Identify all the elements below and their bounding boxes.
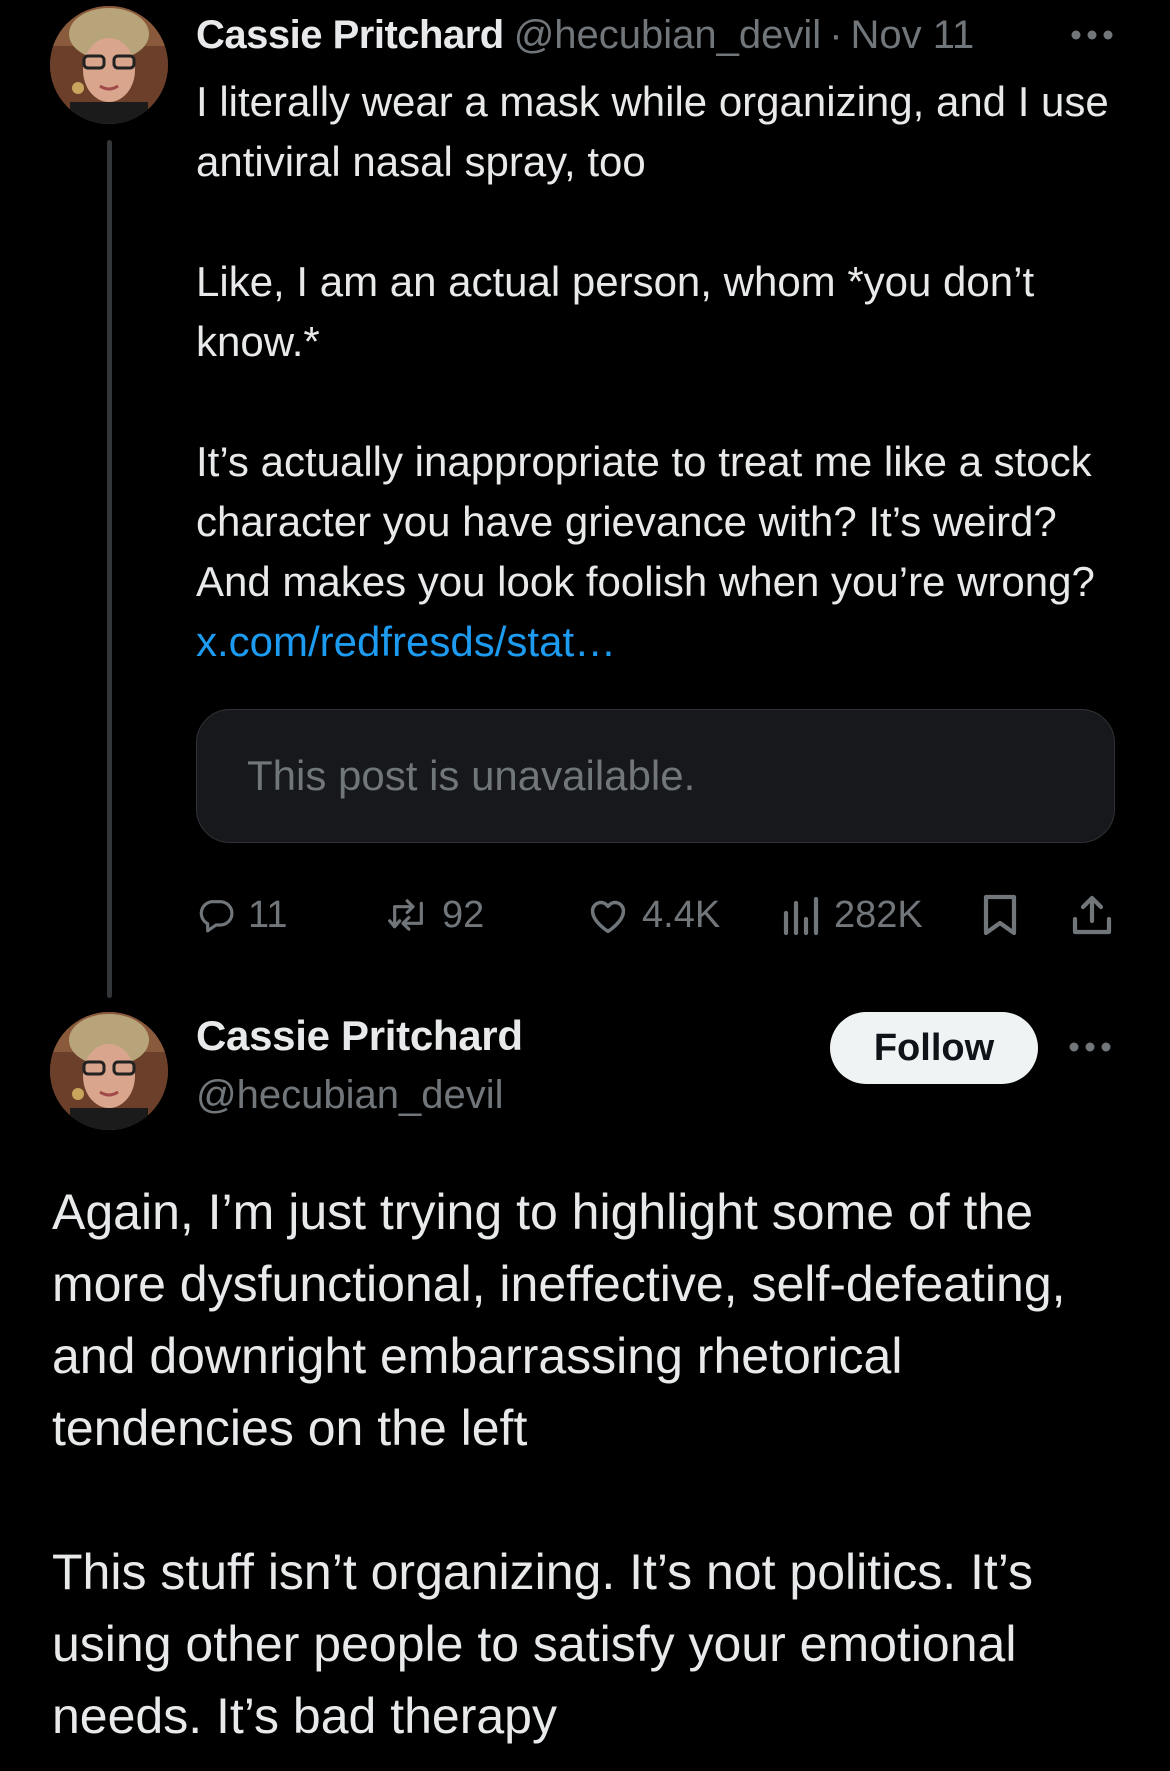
- reply-count: 11: [248, 893, 288, 936]
- reply-button[interactable]: 11: [196, 885, 287, 945]
- post-header: Cassie Pritchard @hecubian_devil · Nov 1…: [196, 10, 1116, 60]
- like-button[interactable]: 4.4K: [586, 885, 720, 945]
- unavailable-text: This post is unavailable.: [247, 752, 696, 799]
- more-icon[interactable]: [1068, 18, 1116, 52]
- thread-line: [107, 140, 112, 998]
- post-paragraph: This stuff isn’t organizing. It’s not po…: [52, 1544, 1034, 1744]
- post-paragraph: Again, I’m just trying to highlight some…: [52, 1184, 1066, 1456]
- avatar[interactable]: [50, 1012, 168, 1130]
- post-paragraph: I literally wear a mask while organizing…: [196, 78, 1109, 185]
- quoted-post-unavailable: This post is unavailable.: [196, 709, 1115, 843]
- bookmark-button[interactable]: [980, 885, 1020, 945]
- repost-count: 92: [442, 893, 485, 936]
- view-count: 282K: [834, 893, 923, 936]
- repost-icon: [386, 895, 430, 935]
- like-icon: [586, 895, 630, 935]
- share-icon: [1070, 893, 1114, 937]
- repost-button[interactable]: 92: [386, 885, 484, 945]
- post-date[interactable]: Nov 11: [851, 13, 975, 58]
- separator: ·: [829, 12, 843, 57]
- post-paragraph: Like, I am an actual person, whom *you d…: [196, 258, 1035, 365]
- author-name[interactable]: Cassie Pritchard: [196, 13, 504, 58]
- follow-button[interactable]: Follow: [830, 1012, 1038, 1084]
- reply-icon: [196, 895, 236, 935]
- author-name[interactable]: Cassie Pritchard: [196, 1012, 523, 1060]
- post-link[interactable]: x.com/redfresds/stat…: [196, 618, 616, 665]
- more-icon[interactable]: [1066, 1030, 1114, 1064]
- post-text: Again, I’m just trying to highlight some…: [52, 1176, 1142, 1752]
- post-paragraph-text: It’s actually inappropriate to treat me …: [196, 438, 1095, 605]
- post-paragraph: It’s actually inappropriate to treat me …: [196, 432, 1126, 672]
- bookmark-icon: [980, 893, 1020, 937]
- share-button[interactable]: [1070, 885, 1114, 945]
- action-bar: 11 92 4.4K 282K: [196, 885, 1116, 945]
- post-text: I literally wear a mask while organizing…: [196, 72, 1126, 672]
- views-icon: [782, 893, 822, 937]
- author-handle[interactable]: @hecubian_devil: [196, 1073, 503, 1118]
- like-count: 4.4K: [642, 893, 721, 936]
- author-handle[interactable]: @hecubian_devil: [514, 13, 821, 58]
- avatar[interactable]: [50, 6, 168, 124]
- views-button[interactable]: 282K: [782, 885, 923, 945]
